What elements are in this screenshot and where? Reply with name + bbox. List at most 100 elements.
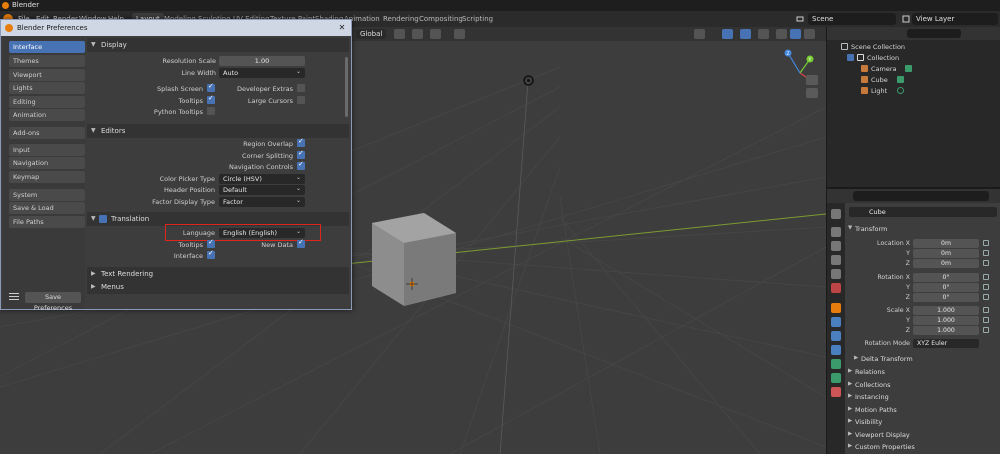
view-layer-selector[interactable]: View Layer [912,13,998,25]
translate-interface-checkbox[interactable] [207,249,215,259]
tooltips-checkbox[interactable] [207,94,215,104]
zoom-icon[interactable] [806,75,818,85]
python-tooltips-checkbox[interactable] [207,107,215,115]
scene-tab-icon[interactable] [831,269,841,279]
visibility-button[interactable] [694,29,705,39]
scale-y-field[interactable]: 1.000 [913,316,979,325]
location-z-field[interactable]: 0m [913,259,979,268]
rotation-z-field[interactable]: 0° [913,293,979,302]
sidebar-item-save-load[interactable]: Save & Load [9,202,85,214]
light-object-icon[interactable] [523,75,534,86]
overlay-toggle-button[interactable] [740,29,751,39]
splash-screen-checkbox[interactable] [207,82,215,92]
color-picker-type-dropdown[interactable]: Circle (HSV) ⌄ [219,174,305,184]
scale-x-field[interactable]: 1.000 [913,306,979,315]
lock-icon[interactable] [983,284,989,290]
workspace-tab-scripting[interactable]: Scripting [458,13,497,25]
lock-icon[interactable] [983,307,989,313]
sidebar-item-keymap[interactable]: Keymap [9,171,85,183]
lock-icon[interactable] [983,260,989,266]
line-width-dropdown[interactable]: Auto ⌄ [219,68,305,78]
lock-icon[interactable] [983,294,989,300]
translation-enable-checkbox[interactable] [99,215,107,223]
large-cursors-checkbox[interactable] [297,96,305,104]
pivot-point-button[interactable] [394,29,405,39]
snap-button[interactable] [412,29,423,39]
sidebar-item-viewport[interactable]: Viewport [9,69,85,81]
sidebar-item-navigation[interactable]: Navigation [9,157,85,169]
scale-z-field[interactable]: 1.000 [913,326,979,335]
translate-new-data-checkbox[interactable] [297,238,305,248]
shading-wireframe-button[interactable] [776,29,787,39]
xray-button[interactable] [758,29,769,39]
rotation-y-field[interactable]: 0° [913,283,979,292]
properties-search-input[interactable] [853,191,989,201]
transform-section-header[interactable]: ▼ Transform [847,223,999,235]
cube-object[interactable] [368,211,460,313]
data-tab-icon[interactable] [831,373,841,383]
outliner-search-input[interactable] [907,29,961,38]
constraints-tab-icon[interactable] [831,359,841,369]
rotation-x-field[interactable]: 0° [913,273,979,282]
header-position-dropdown[interactable]: Default ⌄ [219,185,305,195]
close-icon[interactable]: ✕ [337,23,347,33]
viewport-display-section-header[interactable]: ▶ Viewport Display [847,429,999,441]
visibility-section-header[interactable]: ▶ Visibility [847,416,999,428]
pan-hand-icon[interactable] [806,88,818,98]
sidebar-item-system[interactable]: System [9,189,85,201]
section-text-rendering-header[interactable]: ▶ Text Rendering [87,267,349,281]
sidebar-item-editing[interactable]: Editing [9,96,85,108]
translate-tooltips-checkbox[interactable] [207,238,215,248]
proportional-edit-button[interactable] [430,29,441,39]
motion-paths-section-header[interactable]: ▶ Motion Paths [847,404,999,416]
location-y-field[interactable]: 0m [913,249,979,258]
transform-orientation-dropdown[interactable]: Global [356,29,387,39]
lock-icon[interactable] [983,240,989,246]
output-tab-icon[interactable] [831,241,841,251]
gizmo-toggle-button[interactable] [722,29,733,39]
particles-tab-icon[interactable] [831,331,841,341]
rotation-mode-dropdown[interactable]: XYZ Euler [913,339,979,348]
outliner-row-cube[interactable]: Cube [827,74,1000,85]
relations-section-header[interactable]: ▶ Relations [847,366,999,378]
delta-transform-section-header[interactable]: ▶ Delta Transform [853,353,1000,365]
sidebar-item-file-paths[interactable]: File Paths [9,216,85,228]
lock-icon[interactable] [983,250,989,256]
corner-splitting-checkbox[interactable] [297,149,305,159]
sidebar-item-add-ons[interactable]: Add-ons [9,127,85,139]
outliner-row-light[interactable]: Light [827,85,1000,96]
region-overlap-checkbox[interactable] [297,137,305,147]
outliner-row-camera[interactable]: Camera [827,63,1000,74]
preferences-scrollbar[interactable] [345,57,348,117]
collections-section-header[interactable]: ▶ Collections [847,379,999,391]
instancing-section-header[interactable]: ▶ Instancing [847,391,999,403]
outliner-row-collection[interactable]: Collection [827,52,1000,63]
preferences-titlebar[interactable]: Blender Preferences ✕ [1,20,351,36]
scene-selector[interactable]: Scene [808,13,896,25]
sidebar-item-animation[interactable]: Animation [9,109,85,121]
section-editors-header[interactable]: ▼ Editors [87,124,349,138]
falloff-button[interactable] [454,29,465,39]
shading-material-button[interactable] [804,29,815,39]
render-tab-icon[interactable] [831,227,841,237]
section-menus-header[interactable]: ▶ Menus [87,280,349,294]
save-preferences-button[interactable]: Save Preferences [25,292,81,312]
material-tab-icon[interactable] [831,387,841,397]
modifiers-tab-icon[interactable] [831,317,841,327]
section-display-header[interactable]: ▼ Display [87,38,349,52]
object-name-field[interactable]: Cube [849,207,997,217]
physics-tab-icon[interactable] [831,345,841,355]
view-layer-tab-icon[interactable] [831,255,841,265]
sidebar-item-interface[interactable]: Interface [9,41,85,53]
lock-icon[interactable] [983,274,989,280]
resolution-scale-field[interactable]: 1.00 [219,56,305,66]
lock-icon[interactable] [983,327,989,333]
shading-solid-button[interactable] [790,29,801,39]
factor-display-type-dropdown[interactable]: Factor ⌄ [219,197,305,207]
navigation-controls-checkbox[interactable] [297,160,305,170]
developer-extras-checkbox[interactable] [297,84,305,92]
sidebar-item-input[interactable]: Input [9,144,85,156]
outliner-row-scene-collection[interactable]: Scene Collection [827,41,1000,52]
object-tab-icon[interactable] [831,303,841,313]
sidebar-item-lights[interactable]: Lights [9,82,85,94]
